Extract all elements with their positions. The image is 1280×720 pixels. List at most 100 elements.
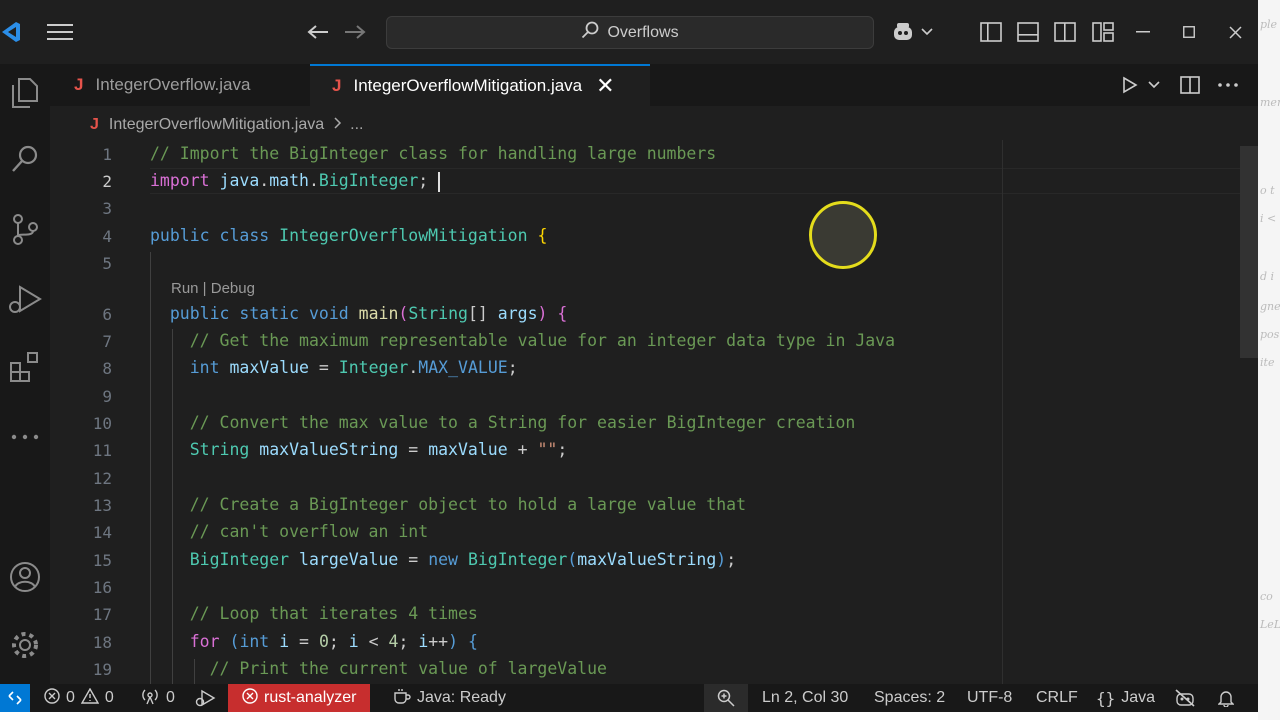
breadcrumb[interactable]: J IntegerOverflowMitigation.java ... [50,110,363,140]
run-options-chevron-icon[interactable] [1148,64,1162,106]
menu-icon[interactable] [46,20,74,44]
code-editor[interactable]: 1 2 3 4 5 6 7 8 9 10 11 12 13 14 15 16 1… [50,140,1258,684]
code-line: // Import the BigInteger class for handl… [150,144,717,163]
account-icon[interactable] [0,552,50,602]
line-number: 12 [92,469,112,488]
text-cursor [438,171,441,192]
mouse-highlight-circle [809,201,877,269]
line-number: 17 [92,605,112,624]
background-window-edge: ple mer o t i < d i gne pos ite co LeL [1258,0,1280,720]
code-line: // Get the maximum representable value f… [189,331,896,350]
line-number: 15 [92,551,112,570]
line-number: 10 [92,414,112,433]
vscode-window: Overflows J IntegerOverflow.java J Integ… [0,0,1258,712]
more-actions-icon[interactable] [1218,64,1240,106]
status-bar: 0 0 0 rust-analyzer Java: Ready Ln 2, Co… [0,684,1258,712]
indentation[interactable]: Spaces: 2 [874,684,945,712]
maximize-icon[interactable] [1176,20,1202,44]
braces-icon: {} [1096,688,1116,708]
line-number: 14 [92,523,112,542]
source-control-icon[interactable] [0,204,50,254]
settings-gear-icon[interactable] [0,620,50,670]
tab-label: IntegerOverflow.java [95,75,251,94]
more-views-icon[interactable] [0,412,50,462]
extensions-icon[interactable] [0,342,50,392]
line-number: 7 [102,332,112,351]
error-circle-icon [242,687,258,709]
language-mode[interactable]: {} Java [1096,684,1155,712]
java-file-icon: J [90,116,99,133]
customize-layout-icon[interactable] [1090,20,1116,44]
copilot-disabled-icon[interactable] [1174,684,1196,712]
ports-count: 0 [166,689,175,706]
activity-bar [0,64,50,684]
editor-tabs: J IntegerOverflow.java J IntegerOverflow… [50,64,1258,106]
toggle-secondary-sidebar-icon[interactable] [1052,20,1078,44]
code-line: // Print the current value of largeValue [209,659,607,678]
tab-integer-overflow[interactable]: J IntegerOverflow.java [74,64,308,106]
java-file-icon: J [332,76,342,95]
java-coffee-icon [393,688,411,709]
copilot-icon[interactable] [890,20,916,44]
line-number: 4 [102,227,112,246]
code-line: // Loop that iterates 4 times [189,604,478,623]
tab-integer-overflow-mitigation[interactable]: J IntegerOverflowMitigation.java ✕ [310,64,650,106]
code-line: int maxValue = Integer.MAX_VALUE; [189,358,518,377]
editor-ruler [1002,140,1003,684]
run-debug-icon[interactable] [0,274,50,324]
run-debug-codelens[interactable]: Run | Debug [171,280,255,297]
code-line: // Create a BigInteger object to hold a … [189,495,747,514]
line-number: 8 [102,359,112,378]
editor-scrollbar[interactable] [1240,146,1258,358]
problems-indicator[interactable]: 0 0 [44,684,114,712]
end-of-line[interactable]: CRLF [1036,684,1078,712]
chevron-down-icon[interactable] [918,20,936,44]
back-arrow-icon[interactable] [305,20,331,44]
error-icon [44,687,60,709]
zoom-indicator-icon[interactable] [704,684,748,712]
line-number: 13 [92,496,112,515]
search-icon [581,21,599,44]
toggle-primary-sidebar-icon[interactable] [978,20,1004,44]
command-center-search[interactable]: Overflows [386,16,874,49]
toggle-panel-icon[interactable] [1015,20,1041,44]
line-number: 11 [92,441,112,460]
close-tab-icon[interactable]: ✕ [596,73,614,99]
broadcast-icon [140,687,160,710]
encoding[interactable]: UTF-8 [967,684,1012,712]
tab-label: IntegerOverflowMitigation.java [353,76,583,95]
notifications-bell-icon[interactable] [1218,684,1234,712]
java-status-label: Java: Ready [417,689,506,706]
java-status[interactable]: Java: Ready [393,684,506,712]
explorer-icon[interactable] [0,68,50,118]
language-label: Java [1121,689,1156,706]
code-line: // can't overflow an int [189,522,429,541]
remote-indicator-icon[interactable] [0,684,30,712]
split-editor-icon[interactable] [1180,64,1202,106]
ports-indicator[interactable]: 0 [140,684,175,712]
run-java-icon[interactable] [1122,64,1144,106]
line-number: 18 [92,633,112,652]
rust-analyzer-status[interactable]: rust-analyzer [228,684,371,712]
breadcrumb-more[interactable]: ... [350,116,363,134]
error-count: 0 [66,689,75,706]
line-number: 16 [92,578,112,597]
forward-arrow-icon[interactable] [342,20,368,44]
cursor-position[interactable]: Ln 2, Col 30 [762,684,848,712]
vscode-logo-icon [0,20,22,44]
debug-status-icon[interactable] [194,684,216,712]
line-number: 9 [102,387,112,406]
search-text: Overflows [607,23,679,41]
line-number: 3 [102,199,112,218]
chevron-right-icon [334,116,342,134]
search-activity-icon[interactable] [0,134,50,184]
code-line: public static void main(String[] args) { [169,304,568,323]
close-window-icon[interactable] [1222,20,1248,44]
code-line: // Convert the max value to a String for… [189,413,856,432]
breadcrumb-file[interactable]: IntegerOverflowMitigation.java [109,116,324,134]
line-number: 19 [92,660,112,679]
minimize-icon[interactable] [1130,20,1156,44]
line-number: 1 [102,145,112,164]
line-number: 2 [102,172,112,191]
code-line: for (int i = 0; i < 4; i++) { [189,632,478,651]
